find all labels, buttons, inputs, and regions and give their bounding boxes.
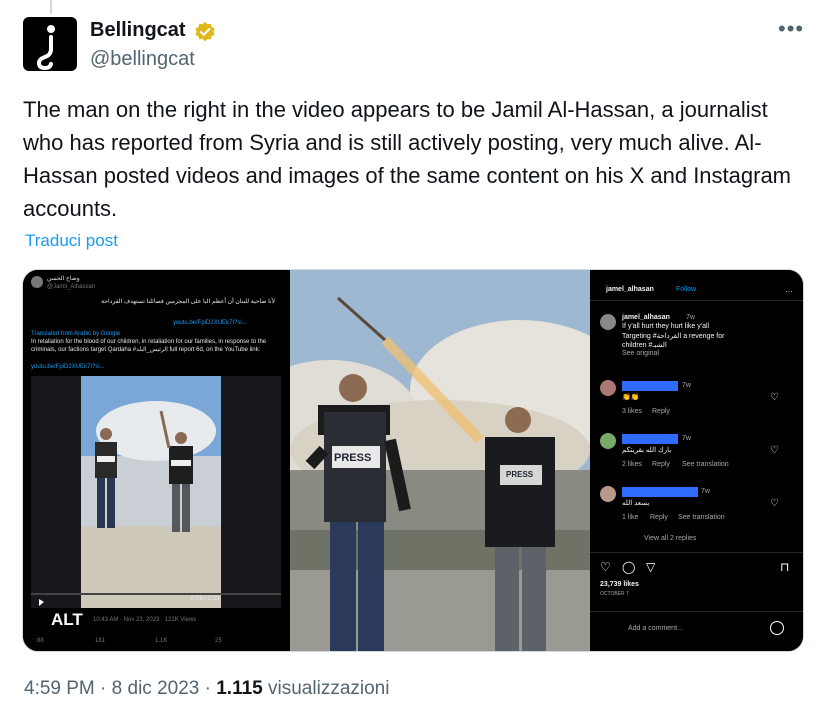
- bellingcat-logo-icon: [36, 25, 55, 71]
- comment-text: بارك الله بقريتكم: [622, 447, 672, 454]
- press-label-left: PRESS: [334, 452, 372, 464]
- ig-caption-age: 7w: [686, 314, 695, 321]
- alt-text-badge[interactable]: ALT: [51, 610, 83, 630]
- post-arabic-text: لأنا ضاحية للبنان أن أعظم البا على المجر…: [101, 299, 275, 305]
- comment-text: 👏👏: [622, 394, 640, 401]
- verified-badge-icon[interactable]: [194, 21, 216, 43]
- ig-caption-line: children #الشبـ: [622, 342, 667, 349]
- redacted-username: [622, 381, 678, 391]
- redacted-username: [622, 434, 678, 444]
- comment-icon[interactable]: ◯: [622, 560, 635, 574]
- comment-text: يسعد الله: [622, 500, 650, 507]
- heart-icon[interactable]: ♡: [770, 498, 779, 509]
- embedded-video-player[interactable]: [31, 376, 281, 608]
- ig-add-comment-input[interactable]: Add a comment...: [628, 625, 683, 632]
- thread-connector-line: [50, 0, 52, 14]
- author-display-name[interactable]: Bellingcat: [90, 19, 186, 42]
- comment-reply[interactable]: Reply: [652, 408, 670, 415]
- tweet-text: The man on the right in the video appear…: [23, 97, 792, 221]
- press-label-right: PRESS: [506, 470, 534, 479]
- ig-divider: [590, 552, 803, 553]
- media-photo: PRESS PRESS: [290, 270, 590, 651]
- ig-divider: [590, 611, 803, 612]
- comment-reply[interactable]: Reply: [650, 514, 668, 521]
- repost-count[interactable]: 181: [95, 637, 105, 645]
- avatar: [600, 314, 616, 330]
- post-link: youtu.be/FpiD2XUEk7I?si...: [173, 320, 247, 326]
- ig-see-original[interactable]: See original: [622, 350, 659, 357]
- avatar: [31, 276, 43, 288]
- bookmark-count[interactable]: 25: [215, 637, 222, 645]
- comment-reply[interactable]: Reply: [652, 461, 670, 468]
- separator: ·: [100, 678, 112, 699]
- comment-age: 7w: [701, 488, 710, 495]
- reply-count[interactable]: 88: [37, 637, 44, 645]
- video-timestamp: 0:09 / 2:23: [191, 596, 220, 602]
- ig-caption-line: If y'all hurt they hurt like y'all: [622, 323, 710, 330]
- avatar: [600, 433, 616, 449]
- ig-likes-count: 23,739 likes: [600, 581, 639, 588]
- post-translation: In retaliation for the blood of our chil…: [31, 339, 267, 353]
- more-options-icon[interactable]: •••: [778, 16, 804, 42]
- media-instagram-screenshot: jamel_alhasan Follow ··· jamel_alhasan 7…: [590, 270, 803, 651]
- view-all-replies[interactable]: View all 2 replies: [644, 535, 696, 542]
- post-account-name: وضاح الحسن: [47, 276, 80, 282]
- heart-icon[interactable]: ♡: [770, 392, 779, 403]
- ig-caption-user: jamel_alhasan: [622, 314, 670, 321]
- share-icon[interactable]: ▽: [646, 560, 655, 574]
- author-handle[interactable]: @bellingcat: [90, 48, 195, 71]
- comment-likes[interactable]: 2 likes: [622, 461, 642, 468]
- emoji-icon[interactable]: [770, 621, 784, 635]
- heart-icon[interactable]: ♡: [600, 560, 611, 574]
- ig-caption-line: Targeting #القرداحة a revenge for: [622, 333, 725, 340]
- separator: ·: [204, 678, 217, 699]
- post-meta: 10:43 AM · Nov 23, 2023 · 121K Views: [93, 617, 197, 623]
- views-count: 1.115: [216, 678, 263, 699]
- tweet-footer: 4:59 PM · 8 dic 2023 · 1.115 visualizzaz…: [24, 678, 389, 700]
- comment-age: 7w: [682, 382, 691, 389]
- views-label: visualizzazioni: [268, 678, 390, 699]
- like-count[interactable]: 1.1K: [155, 637, 167, 645]
- avatar[interactable]: [23, 17, 77, 71]
- redacted-username: [622, 487, 698, 497]
- translated-from-label: Translated from Arabic by Google: [31, 331, 121, 337]
- avatar: [600, 380, 616, 396]
- media-x-post-screenshot: وضاح الحسن @Jamil_Alhassan لأنا ضاحية لل…: [23, 270, 288, 651]
- post-account-handle: @Jamil_Alhassan: [47, 284, 96, 290]
- bookmark-icon[interactable]: ⊓: [780, 560, 789, 574]
- ig-username: jamel_alhasan: [606, 286, 654, 293]
- comment-see-translation[interactable]: See translation: [678, 514, 725, 521]
- ig-post-date: OCTOBER 7: [600, 591, 629, 597]
- tweet-time[interactable]: 4:59 PM: [24, 678, 95, 699]
- media-attachment[interactable]: وضاح الحسن @Jamil_Alhassan لأنا ضاحية لل…: [22, 269, 804, 652]
- comment-see-translation[interactable]: See translation: [682, 461, 729, 468]
- ig-follow-button[interactable]: Follow: [676, 286, 696, 293]
- ig-more-icon[interactable]: ···: [785, 287, 793, 296]
- ig-divider: [590, 300, 803, 301]
- tweet-date[interactable]: 8 dic 2023: [112, 678, 200, 699]
- heart-icon[interactable]: ♡: [770, 445, 779, 456]
- comment-likes[interactable]: 3 likes: [622, 408, 642, 415]
- comment-age: 7w: [682, 435, 691, 442]
- avatar: [600, 486, 616, 502]
- post-link: youtu.be/FpiD2XUEk7I?si...: [31, 364, 105, 370]
- translate-post-link[interactable]: Traduci post: [25, 231, 118, 251]
- comment-likes[interactable]: 1 like: [622, 514, 638, 521]
